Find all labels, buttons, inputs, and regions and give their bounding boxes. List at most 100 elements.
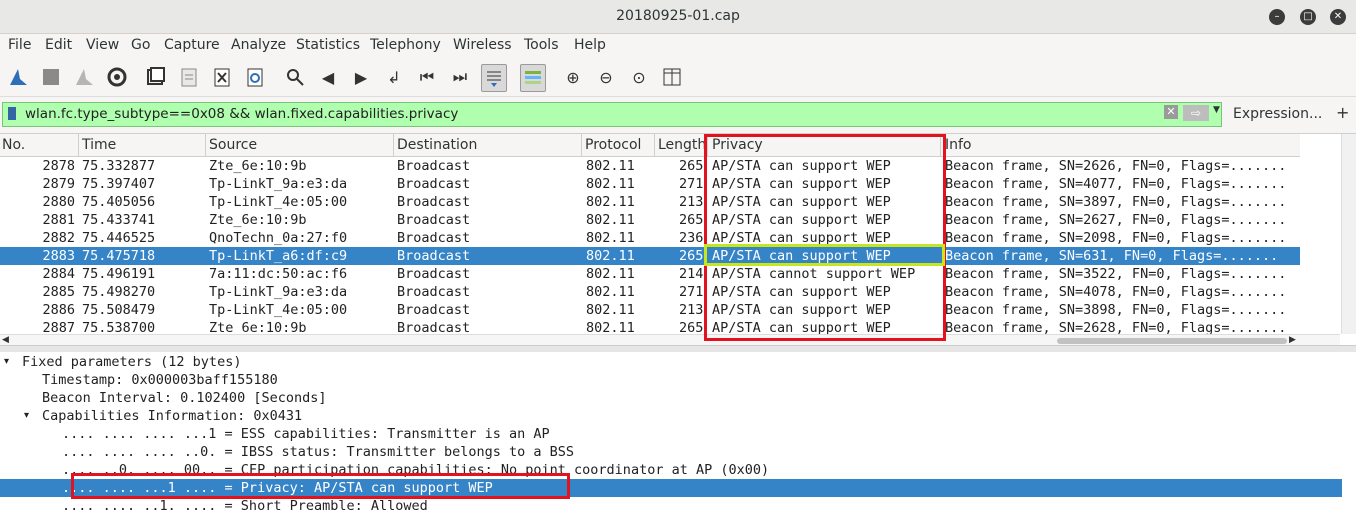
- column-destination[interactable]: Destination: [397, 137, 477, 153]
- maximize-button[interactable]: □: [1300, 9, 1316, 25]
- menu-wireless[interactable]: Wireless: [453, 37, 512, 53]
- packet-time: 75.397407: [82, 176, 156, 192]
- normal-size-button[interactable]: ⊙: [627, 64, 651, 90]
- detail-row[interactable]: ▾ Fixed parameters (12 bytes): [0, 353, 1342, 371]
- reload-file-button[interactable]: [243, 64, 267, 90]
- close-file-button[interactable]: [210, 64, 234, 90]
- scroll-right-icon[interactable]: ▶: [1289, 335, 1296, 345]
- menu-tools[interactable]: Tools: [524, 37, 559, 53]
- packet-time: 75.498270: [82, 284, 156, 300]
- zoom-out-button[interactable]: ⊖: [594, 64, 618, 90]
- column-no[interactable]: No.: [2, 137, 25, 153]
- zoom-out-icon: ⊖: [599, 67, 613, 87]
- detail-row[interactable]: ▾ Capabilities Information: 0x0431: [0, 407, 1342, 425]
- menu-statistics[interactable]: Statistics: [296, 37, 360, 53]
- display-filter-input[interactable]: wlan.fc.type_subtype==0x08 && wlan.fixed…: [2, 102, 1222, 127]
- packet-destination: Broadcast: [397, 158, 471, 174]
- save-file-button[interactable]: [177, 64, 201, 90]
- detail-row[interactable]: Beacon Interval: 0.102400 [Seconds]: [0, 389, 1342, 407]
- expand-arrow-icon[interactable]: ▾: [4, 353, 9, 371]
- packet-length: 236: [679, 230, 704, 246]
- scroll-left-icon[interactable]: ◀: [2, 335, 9, 345]
- privacy-field-highlight: [71, 473, 570, 499]
- menu-view[interactable]: View: [86, 37, 119, 53]
- packet-no: 2886: [42, 302, 75, 318]
- packet-row[interactable]: 2882 75.446525 QnoTechn_0a:27:f0 Broadcast 8…: [0, 229, 1300, 247]
- filter-text: wlan.fc.type_subtype==0x08 && wlan.fixed…: [25, 106, 459, 122]
- zoom-in-button[interactable]: ⊕: [561, 64, 585, 90]
- packet-row[interactable]: 2884 75.496191 7a:11:dc:50:ac:f6 Broadcast 8…: [0, 265, 1300, 283]
- packet-row[interactable]: 2885 75.498270 Tp-LinkT_9a:e3:da Broadcast 8…: [0, 283, 1300, 301]
- menu-telephony[interactable]: Telephony: [370, 37, 441, 53]
- restart-capture-button[interactable]: [72, 64, 96, 90]
- column-time[interactable]: Time: [82, 137, 116, 153]
- packet-row[interactable]: 2886 75.508479 Tp-LinkT_4e:05:00 Broadcast 8…: [0, 301, 1300, 319]
- packet-list-vertical-scrollbar[interactable]: [1341, 134, 1356, 334]
- reload-icon: [247, 68, 263, 87]
- horizontal-scroll-thumb[interactable]: [1057, 338, 1287, 344]
- clear-filter-icon[interactable]: ✕: [1164, 105, 1178, 119]
- colorize-button[interactable]: [520, 64, 546, 92]
- column-length[interactable]: Length: [658, 137, 706, 153]
- packet-source: Tp-LinkT_4e:05:00: [209, 194, 348, 210]
- minimize-icon: –: [1274, 11, 1280, 22]
- window-title: 20180925-01.cap: [616, 8, 740, 24]
- packet-length: 265: [679, 158, 704, 174]
- packet-no: 2884: [42, 266, 75, 282]
- detail-text: Beacon Interval: 0.102400 [Seconds]: [42, 390, 327, 406]
- restart-fin-icon: [76, 69, 93, 85]
- start-capture-button[interactable]: [6, 64, 30, 90]
- column-protocol[interactable]: Protocol: [585, 137, 641, 153]
- packet-row-selected[interactable]: 2883 75.475718 Tp-LinkT_a6:df:c9 Broadcast 8…: [0, 247, 1300, 265]
- detail-row[interactable]: Timestamp: 0x000003baff155180: [0, 371, 1342, 389]
- menu-analyze[interactable]: Analyze: [231, 37, 286, 53]
- go-back-button[interactable]: ◀: [316, 64, 340, 90]
- menu-capture[interactable]: Capture: [164, 37, 220, 53]
- capture-options-button[interactable]: [105, 64, 129, 90]
- menu-edit[interactable]: Edit: [45, 37, 72, 53]
- last-packet-button[interactable]: ⏭: [448, 64, 472, 90]
- packet-row[interactable]: 2879 75.397407 Tp-LinkT_9a:e3:da Broadcast 8…: [0, 175, 1300, 193]
- filter-history-dropdown-icon[interactable]: ▼: [1213, 105, 1220, 115]
- packet-protocol: 802.11: [586, 230, 635, 246]
- packet-no: 2885: [42, 284, 75, 300]
- menu-help[interactable]: Help: [574, 37, 606, 53]
- close-button[interactable]: ✕: [1330, 9, 1346, 25]
- detail-row[interactable]: .... .... ..1. .... = Short Preamble: Al…: [0, 497, 1342, 512]
- detail-row[interactable]: .... .... .... ..0. = IBSS status: Trans…: [0, 443, 1342, 461]
- go-to-packet-button[interactable]: ↲: [382, 64, 406, 90]
- packet-length: 271: [679, 284, 704, 300]
- file-icon: [181, 68, 197, 87]
- close-file-icon: [214, 68, 230, 87]
- detail-text: .... .... .... ..0. = IBSS status: Trans…: [62, 444, 575, 460]
- menu-file[interactable]: File: [8, 37, 31, 53]
- minimize-button[interactable]: –: [1269, 9, 1285, 25]
- autoscroll-button[interactable]: [481, 64, 507, 92]
- packet-protocol: 802.11: [586, 248, 635, 264]
- bookmark-icon[interactable]: [8, 107, 16, 120]
- apply-filter-icon[interactable]: ⇨: [1183, 105, 1209, 121]
- packet-row[interactable]: 2878 75.332877 Zte_6e:10:9b Broadcast 802.11…: [0, 157, 1300, 175]
- menu-go[interactable]: Go: [131, 37, 150, 53]
- folder-icon: [147, 67, 165, 85]
- stop-icon: [43, 69, 59, 85]
- expression-button[interactable]: Expression...: [1233, 106, 1322, 122]
- packet-info: Beacon frame, SN=2627, FN=0, Flags=.....…: [945, 212, 1287, 228]
- packet-time: 75.446525: [82, 230, 156, 246]
- packet-row[interactable]: 2880 75.405056 Tp-LinkT_4e:05:00 Broadcast 8…: [0, 193, 1300, 211]
- go-forward-button[interactable]: ▶: [349, 64, 373, 90]
- open-file-button[interactable]: [144, 64, 168, 90]
- expand-arrow-icon[interactable]: ▾: [24, 407, 29, 425]
- zoom-reset-icon: ⊙: [632, 67, 646, 87]
- packet-row[interactable]: 2881 75.433741 Zte_6e:10:9b Broadcast 802.11…: [0, 211, 1300, 229]
- column-info[interactable]: Info: [945, 137, 972, 153]
- column-source[interactable]: Source: [209, 137, 257, 153]
- resize-columns-button[interactable]: [660, 64, 684, 90]
- detail-row[interactable]: .... .... .... ...1 = ESS capabilities: …: [0, 425, 1342, 443]
- find-packet-button[interactable]: [283, 64, 307, 90]
- add-filter-button[interactable]: +: [1336, 103, 1349, 122]
- detail-text: .... .... .... ...1 = ESS capabilities: …: [62, 426, 550, 442]
- first-packet-button[interactable]: ⏮: [415, 64, 439, 90]
- packet-source: 7a:11:dc:50:ac:f6: [209, 266, 348, 282]
- stop-capture-button[interactable]: [39, 64, 63, 90]
